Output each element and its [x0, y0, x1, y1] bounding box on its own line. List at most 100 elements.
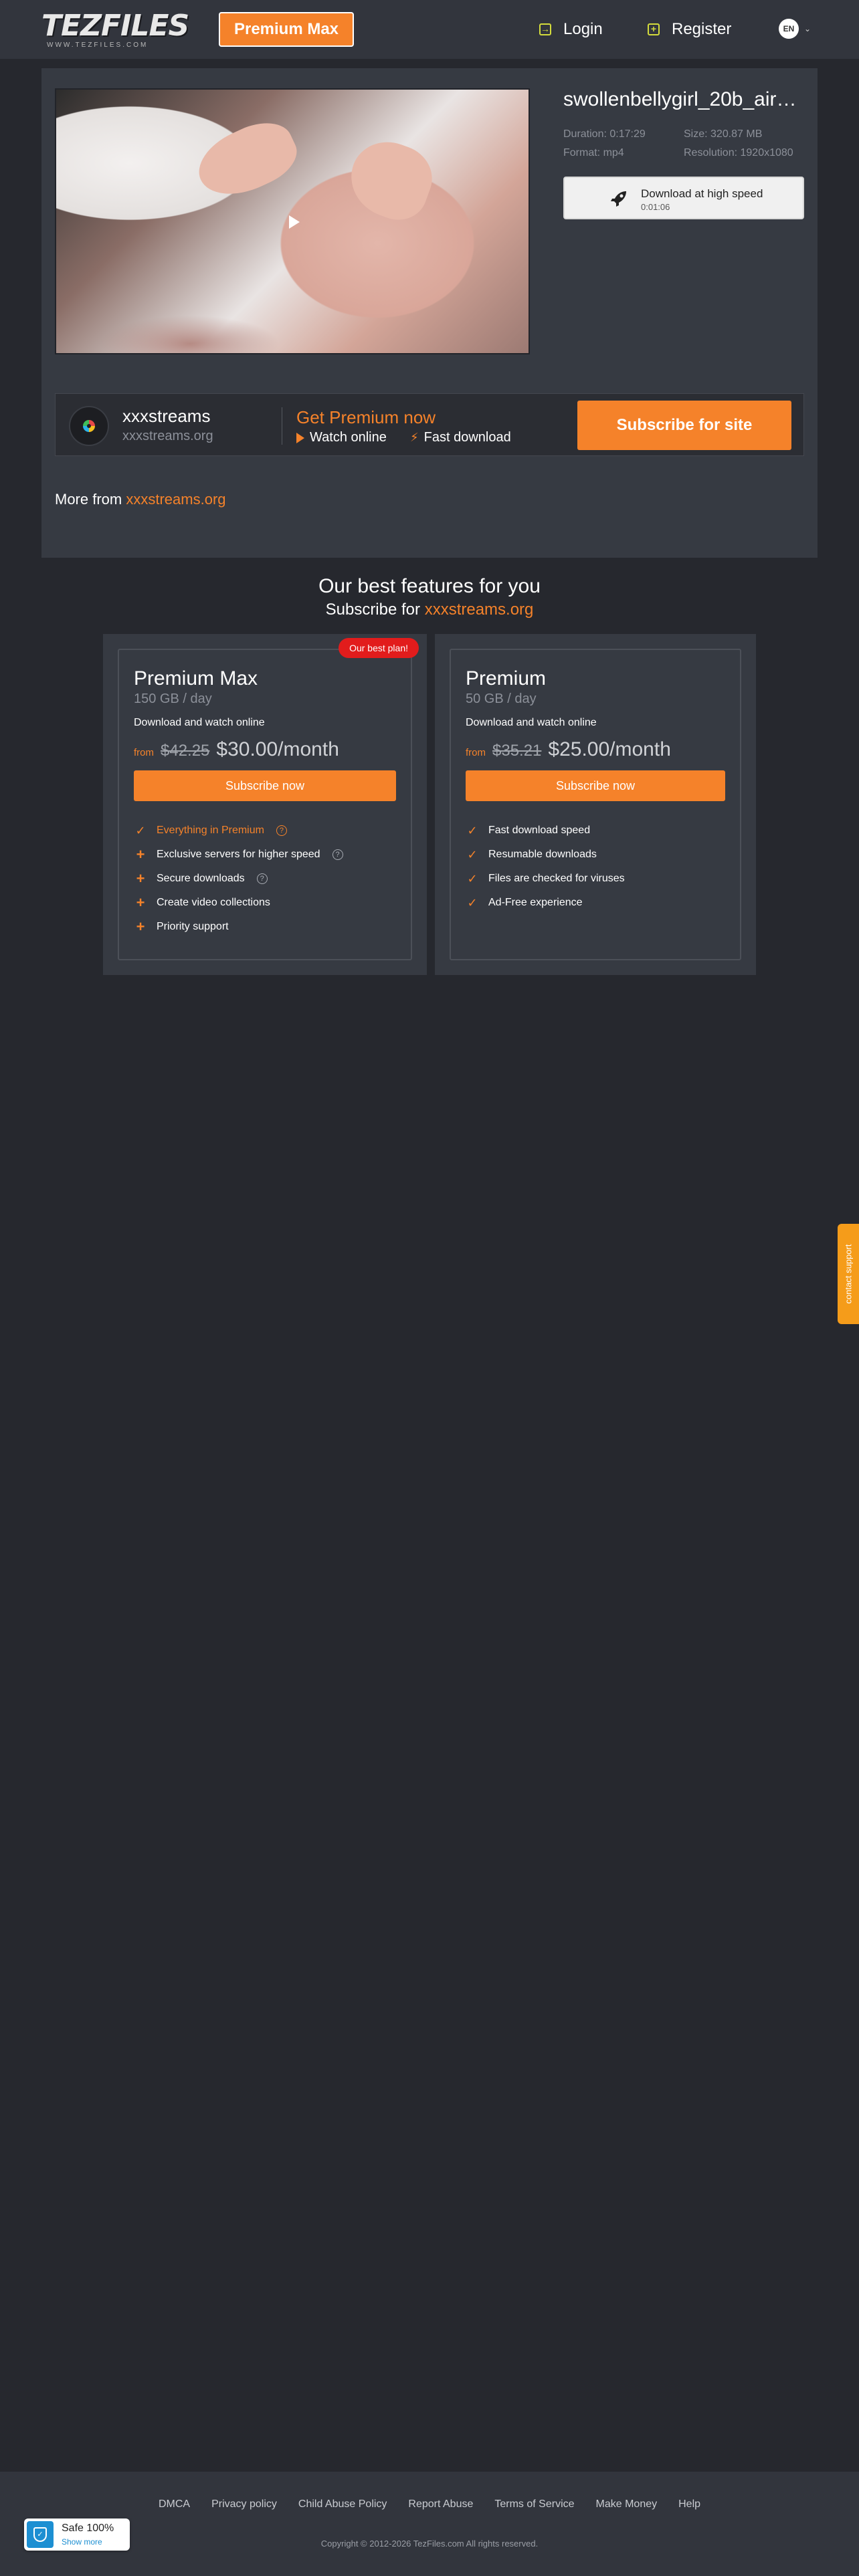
contact-support-tab[interactable]: contact support	[838, 1224, 859, 1324]
help-icon[interactable]: ?	[332, 849, 343, 860]
file-resolution: Resolution: 1920x1080	[684, 147, 793, 158]
shield-icon: ✓	[27, 2521, 54, 2548]
feature-label: Resumable downloads	[488, 849, 597, 860]
feature-watch-label: Watch online	[310, 430, 387, 445]
check-icon: ✓	[467, 871, 478, 885]
site-logo[interactable]: TEZFILES WWW.TEZFILES.COM	[41, 9, 189, 51]
download-label: Download at high speed	[641, 187, 763, 200]
help-icon[interactable]: ?	[276, 825, 287, 836]
feature-watch-online: Watch online	[296, 430, 387, 445]
feature-fast-download: ⚡︎ Fast download	[410, 430, 511, 445]
plan-name: Premium	[466, 667, 547, 689]
file-title: swollenbellygirl_20b_air_i...	[563, 88, 804, 110]
footer-link-make-money[interactable]: Make Money	[596, 2498, 658, 2510]
plus-icon: +	[136, 846, 145, 863]
download-time: 0:01:06	[641, 202, 670, 212]
plan-card-inner: Our best plan! Premium Max 150 GB / day …	[118, 638, 419, 960]
more-from-site-link[interactable]: xxxstreams.org	[126, 491, 225, 508]
feature-label: Secure downloads	[157, 873, 245, 884]
download-high-speed-button[interactable]: Download at high speed 0:01:06	[563, 177, 804, 219]
subscribe-for-site-button[interactable]: Subscribe for site	[577, 401, 791, 450]
play-icon[interactable]	[289, 215, 300, 229]
feature-download-label: Fast download	[423, 430, 511, 445]
features-title: Our best features for you	[318, 575, 541, 597]
plan-description: Download and watch online	[134, 717, 265, 728]
features-subtitle-prefix: Subscribe for	[325, 601, 425, 619]
plan-quota: 50 GB / day	[466, 691, 537, 706]
footer-link-dmca[interactable]: DMCA	[159, 2498, 190, 2510]
video-frame-shape	[340, 131, 442, 229]
check-icon: ✓	[135, 823, 146, 837]
plan-price: $25.00/month	[548, 738, 671, 760]
logo-subtext: WWW.TEZFILES.COM	[47, 41, 149, 49]
features-subtitle-site-link[interactable]: xxxstreams.org	[425, 601, 534, 619]
footer-link-terms[interactable]: Terms of Service	[494, 2498, 574, 2510]
site-logo-icon	[83, 420, 95, 432]
play-icon	[296, 432, 304, 443]
safe-title: Safe 100%	[62, 2523, 114, 2534]
feature-label: Ad-Free experience	[488, 897, 583, 908]
feature-label: Everything in Premium	[157, 825, 264, 836]
help-icon[interactable]: ?	[256, 873, 268, 884]
safe-badge[interactable]: ✓ Safe 100% Show more	[24, 2518, 130, 2551]
rocket-icon	[609, 189, 629, 209]
feature-label: Priority support	[157, 921, 229, 932]
plan-price: $30.00/month	[216, 738, 339, 760]
plan-feature-list: ✓ Everything in Premium ? + Exclusive se…	[134, 819, 343, 939]
chevron-down-icon: ⌄	[804, 24, 812, 33]
login-link[interactable]: → Login	[539, 17, 603, 41]
site-domain: xxxstreams.org	[122, 429, 213, 443]
video-player[interactable]	[55, 88, 530, 354]
file-duration: Duration: 0:17:29	[563, 128, 646, 140]
language-badge: EN	[779, 19, 799, 39]
list-item: ✓ Fast download speed	[466, 819, 625, 843]
footer-link-report-abuse[interactable]: Report Abuse	[408, 2498, 473, 2510]
feature-label: Fast download speed	[488, 825, 591, 836]
plan-card-premium-max: Our best plan! Premium Max 150 GB / day …	[103, 634, 427, 975]
file-format: Format: mp4	[563, 147, 624, 158]
feature-label: Create video collections	[157, 897, 270, 908]
register-link[interactable]: + Register	[648, 17, 731, 41]
subscribe-now-button[interactable]: Subscribe now	[134, 770, 396, 801]
logo-text: TEZFILES	[41, 9, 189, 43]
plan-card-inner: Premium 50 GB / day Download and watch o…	[450, 649, 741, 960]
list-item: ✓ Everything in Premium ?	[134, 819, 343, 843]
plan-price-row: from $42.25 $30.00/month	[134, 738, 339, 761]
premium-max-button[interactable]: Premium Max	[219, 12, 354, 47]
site-name: xxxstreams	[122, 406, 211, 426]
plan-price-row: from $35.21 $25.00/month	[466, 738, 671, 761]
best-plan-badge: Our best plan!	[339, 638, 419, 658]
list-item: ✓ Ad-Free experience	[466, 891, 625, 915]
plus-icon: +	[136, 894, 145, 911]
feature-label: Files are checked for viruses	[488, 873, 625, 884]
subscribe-now-button[interactable]: Subscribe now	[466, 770, 725, 801]
get-premium-heading: Get Premium now	[296, 407, 436, 427]
plan-card-premium: Premium 50 GB / day Download and watch o…	[435, 634, 756, 975]
features-subtitle: Subscribe for xxxstreams.org	[0, 601, 859, 619]
login-icon: →	[539, 23, 551, 35]
language-selector[interactable]: EN ⌄	[779, 18, 811, 39]
register-icon: +	[648, 23, 660, 35]
site-footer: DMCA Privacy policy Child Abuse Policy R…	[0, 2472, 859, 2576]
footer-link-privacy[interactable]: Privacy policy	[211, 2498, 277, 2510]
footer-link-help[interactable]: Help	[678, 2498, 700, 2510]
contact-support-label: contact support	[843, 1244, 854, 1304]
more-from-heading: More from xxxstreams.org	[55, 491, 226, 508]
more-from-prefix: More from	[55, 491, 126, 508]
plan-name: Premium Max	[134, 667, 258, 689]
plus-icon: +	[136, 918, 145, 935]
footer-link-child-abuse[interactable]: Child Abuse Policy	[298, 2498, 387, 2510]
file-size: Size: 320.87 MB	[684, 128, 763, 140]
safe-show-more-link[interactable]: Show more	[62, 2537, 102, 2547]
price-from: from	[134, 747, 154, 758]
plus-icon: +	[136, 870, 145, 887]
register-label: Register	[672, 20, 732, 38]
list-item: + Exclusive servers for higher speed ?	[134, 843, 343, 867]
file-card: swollenbellygirl_20b_air_i... Duration: …	[41, 68, 818, 558]
plan-description: Download and watch online	[466, 717, 597, 728]
check-icon: ✓	[467, 895, 478, 909]
list-item: ✓ Resumable downloads	[466, 843, 625, 867]
site-avatar	[69, 406, 109, 446]
video-frame-shape	[189, 111, 305, 209]
feature-label: Exclusive servers for higher speed	[157, 849, 320, 860]
